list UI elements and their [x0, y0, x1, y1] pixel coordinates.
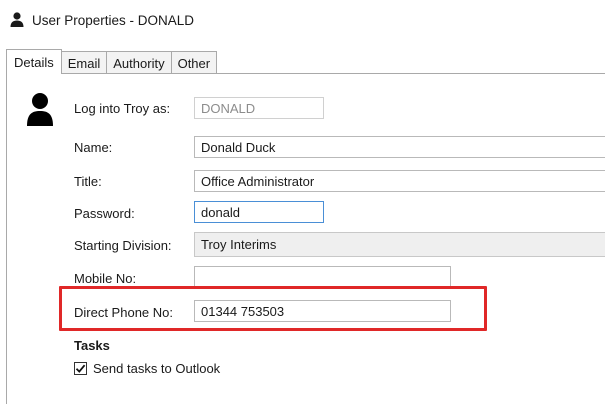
- title-field[interactable]: Office Administrator: [194, 170, 605, 192]
- name-field[interactable]: Donald Duck: [194, 136, 605, 158]
- mobile-label: Mobile No:: [74, 271, 137, 286]
- user-silhouette-icon: [27, 93, 53, 126]
- login-field: DONALD: [194, 97, 324, 119]
- password-field[interactable]: donald: [194, 201, 324, 223]
- tab-bar: Details Email Authority Other: [6, 49, 218, 74]
- tab-authority[interactable]: Authority: [106, 51, 172, 74]
- title-label: Title:: [74, 174, 102, 189]
- send-tasks-option[interactable]: Send tasks to Outlook: [74, 361, 220, 376]
- name-label: Name:: [74, 140, 113, 155]
- login-label: Log into Troy as:: [74, 101, 171, 116]
- tasks-heading: Tasks: [74, 338, 110, 353]
- send-tasks-checkbox[interactable]: [74, 362, 87, 375]
- password-label: Password:: [74, 206, 135, 221]
- window-title: User Properties - DONALD: [32, 12, 195, 28]
- highlight-box: [59, 286, 487, 331]
- division-select[interactable]: Troy Interims: [194, 232, 605, 257]
- mobile-field[interactable]: [194, 266, 451, 288]
- checkmark-icon: [75, 364, 86, 373]
- division-label: Starting Division:: [74, 238, 172, 253]
- user-icon: [10, 12, 24, 27]
- window-titlebar: User Properties - DONALD: [8, 8, 194, 32]
- tab-details[interactable]: Details: [6, 49, 62, 74]
- tab-email[interactable]: Email: [60, 51, 108, 74]
- tab-other[interactable]: Other: [170, 51, 218, 74]
- send-tasks-label: Send tasks to Outlook: [93, 361, 221, 376]
